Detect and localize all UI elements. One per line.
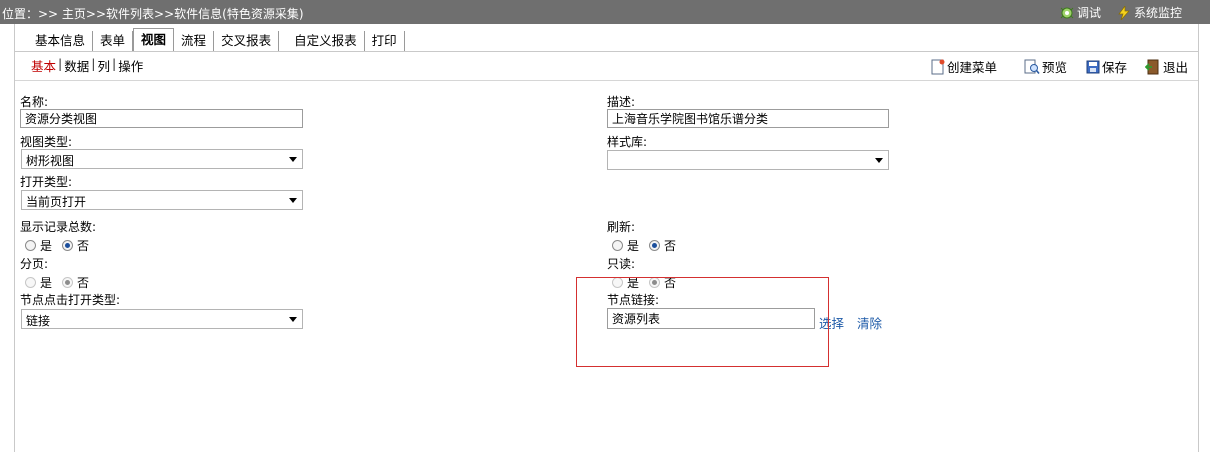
exit-button[interactable]: 退出 — [1145, 57, 1188, 76]
sub-navigation: 基本 | 数据 | 列 | 操作 — [29, 56, 145, 75]
name-input[interactable] — [20, 109, 303, 128]
debug-label: 调试 — [1077, 6, 1102, 20]
main-tabs: 基本信息 表单 视图 流程 交叉报表 自定义报表 打印 — [28, 27, 405, 51]
tab-cross-report[interactable]: 交叉报表 — [214, 31, 280, 51]
style-lib-select[interactable] — [607, 150, 889, 170]
preview-button[interactable]: 预览 — [1024, 57, 1067, 76]
node-click-open-type-value: 链接 — [26, 314, 51, 328]
dropdown-arrow-icon — [289, 198, 297, 203]
subnav-operation[interactable]: 操作 — [116, 56, 145, 75]
refresh-yes-radio[interactable] — [612, 240, 623, 251]
show-total-radio-group: 是 否 — [25, 237, 89, 254]
node-click-open-type-select[interactable]: 链接 — [21, 309, 303, 329]
save-icon — [1086, 60, 1100, 74]
dropdown-arrow-icon — [289, 157, 297, 162]
subnav-column[interactable]: 列 — [95, 56, 112, 75]
paging-yes-label: 是 — [40, 276, 53, 290]
tab-view[interactable]: 视图 — [133, 28, 175, 51]
bug-icon — [1060, 6, 1074, 20]
tab-custom-report[interactable]: 自定义报表 — [287, 31, 365, 51]
description-label: 描述: — [607, 95, 636, 109]
show-total-label: 显示记录总数: — [20, 220, 97, 234]
open-type-select[interactable]: 当前页打开 — [21, 190, 303, 210]
save-button[interactable]: 保存 — [1086, 57, 1127, 76]
frame-left-border — [14, 24, 15, 452]
open-type-value: 当前页打开 — [26, 195, 87, 209]
paging-yes-radio[interactable] — [25, 277, 36, 288]
system-monitor-button[interactable]: 系统监控 — [1117, 4, 1182, 21]
open-type-label: 打开类型: — [20, 175, 73, 189]
view-type-label: 视图类型: — [20, 135, 73, 149]
dropdown-arrow-icon — [875, 158, 883, 163]
exit-label: 退出 — [1163, 60, 1189, 75]
new-document-icon — [931, 59, 945, 75]
subnav-basic[interactable]: 基本 — [29, 56, 58, 75]
create-menu-label: 创建菜单 — [947, 60, 998, 75]
subnav-data[interactable]: 数据 — [62, 56, 91, 75]
show-total-no-radio[interactable] — [62, 240, 74, 251]
system-monitor-label: 系统监控 — [1134, 6, 1183, 20]
tab-print[interactable]: 打印 — [365, 31, 405, 51]
paging-no-radio[interactable] — [62, 277, 74, 288]
refresh-label: 刷新: — [607, 220, 636, 234]
show-total-yes-label: 是 — [40, 239, 53, 253]
preview-label: 预览 — [1042, 60, 1068, 75]
tab-basic-info[interactable]: 基本信息 — [28, 31, 94, 51]
toolbar-divider — [15, 80, 1198, 81]
view-type-select[interactable]: 树形视图 — [21, 149, 303, 169]
paging-radio-group: 是 否 — [25, 274, 89, 291]
paging-no-label: 否 — [77, 276, 90, 290]
node-link-clear-link[interactable]: 清除 — [857, 313, 882, 332]
breadcrumb: 位置：>> 主页>>软件列表>>软件信息(特色资源采集) — [2, 7, 304, 21]
readonly-label: 只读: — [607, 257, 636, 271]
debug-button[interactable]: 调试 — [1060, 4, 1101, 21]
description-input[interactable] — [607, 109, 889, 128]
frame-right-border — [1198, 24, 1199, 452]
name-label: 名称: — [20, 95, 49, 109]
exit-door-icon — [1145, 59, 1161, 75]
tab-form[interactable]: 表单 — [93, 31, 134, 51]
refresh-no-radio[interactable] — [649, 240, 661, 251]
highlight-box — [576, 277, 829, 367]
refresh-radio-group: 是 否 — [612, 237, 676, 254]
show-total-no-label: 否 — [77, 239, 90, 253]
refresh-yes-label: 是 — [627, 239, 640, 253]
preview-icon — [1024, 59, 1040, 75]
show-total-yes-radio[interactable] — [25, 240, 36, 251]
paging-label: 分页: — [20, 257, 49, 271]
view-type-value: 树形视图 — [26, 154, 75, 168]
style-lib-label: 样式库: — [607, 135, 648, 149]
dropdown-arrow-icon — [289, 317, 297, 322]
create-menu-button[interactable]: 创建菜单 — [931, 57, 997, 76]
save-label: 保存 — [1102, 60, 1128, 75]
lightning-icon — [1117, 5, 1131, 20]
refresh-no-label: 否 — [664, 239, 677, 253]
tab-underline — [15, 51, 1198, 52]
node-click-open-type-label: 节点点击打开类型: — [20, 293, 121, 307]
location-bar: 位置：>> 主页>>软件列表>>软件信息(特色资源采集) 调试 系统监控 — [0, 0, 1210, 24]
tab-flow[interactable]: 流程 — [174, 31, 215, 51]
